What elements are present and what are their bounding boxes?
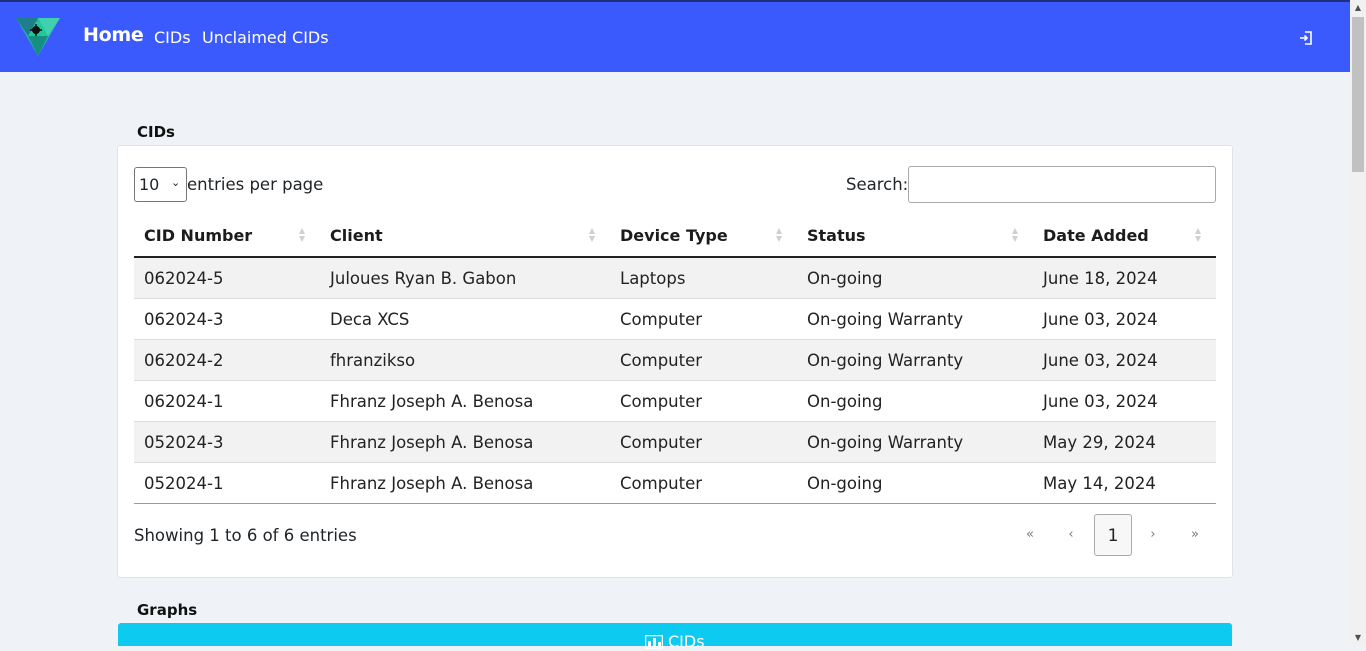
cell-date-added: May 29, 2024 (1043, 433, 1156, 452)
nav-home-link[interactable]: Home (83, 24, 144, 46)
chevron-down-icon: ⌄ (171, 176, 181, 189)
cell-cid-number: 052024-1 (144, 474, 224, 493)
cell-device-type: Computer (620, 392, 703, 411)
cell-cid-number: 062024-5 (144, 269, 224, 288)
logo-icon[interactable] (14, 14, 62, 58)
cell-status: On-going Warranty (807, 310, 964, 329)
sort-icon[interactable] (588, 227, 596, 243)
cell-client: Fhranz Joseph A. Benosa (330, 474, 534, 493)
cell-client: fhranzikso (330, 351, 416, 370)
top-navbar: Home CIDs Unclaimed CIDs (0, 0, 1350, 72)
cell-client: Juloues Ryan B. Gabon (330, 269, 517, 288)
cell-client: Fhranz Joseph A. Benosa (330, 433, 534, 452)
cell-status: On-going Warranty (807, 433, 964, 452)
cell-date-added: June 18, 2024 (1043, 269, 1158, 288)
scroll-up-arrow-icon[interactable]: ▲ (1350, 0, 1366, 16)
page-scrollbar[interactable]: ▲ ▼ (1350, 0, 1366, 646)
cell-device-type: Computer (620, 310, 703, 329)
cell-cid-number: 062024-3 (144, 310, 224, 329)
cell-status: On-going (807, 392, 883, 411)
graph-cids-header[interactable]: CIDs (118, 623, 1232, 651)
table-row[interactable]: 062024-1 Fhranz Joseph A. Benosa Compute… (134, 381, 1216, 422)
table-row[interactable]: 062024-2 fhranzikso Computer On-going Wa… (134, 340, 1216, 381)
chart-icon (645, 635, 663, 649)
sort-icon[interactable] (1011, 227, 1019, 243)
cell-device-type: Computer (620, 433, 703, 452)
cell-status: On-going (807, 269, 883, 288)
search-input[interactable] (908, 166, 1216, 203)
cell-client: Deca XCS (330, 310, 410, 329)
cell-date-added: June 03, 2024 (1043, 392, 1158, 411)
entries-per-page-select[interactable]: 10 ⌄ (134, 167, 187, 202)
entries-per-page-label: entries per page (187, 175, 324, 194)
cids-section-title: CIDs (137, 123, 175, 141)
scrollbar-thumb[interactable] (1352, 17, 1364, 172)
cell-status: On-going (807, 474, 883, 493)
cell-date-added: May 14, 2024 (1043, 474, 1156, 493)
cell-status: On-going Warranty (807, 351, 964, 370)
nav-unclaimed-cids-link[interactable]: Unclaimed CIDs (202, 28, 329, 47)
column-header-status[interactable]: Status (807, 226, 866, 245)
logout-icon[interactable] (1299, 31, 1313, 45)
cell-cid-number: 052024-3 (144, 433, 224, 452)
cell-cid-number: 062024-2 (144, 351, 224, 370)
scroll-down-arrow-icon[interactable]: ▼ (1350, 630, 1366, 646)
cell-device-type: Computer (620, 351, 703, 370)
cell-date-added: June 03, 2024 (1043, 310, 1158, 329)
graph-cids-label: CIDs (668, 632, 705, 651)
table-bottom-divider (134, 503, 1216, 504)
cell-cid-number: 062024-1 (144, 392, 224, 411)
cell-device-type: Laptops (620, 269, 686, 288)
pagination-next-button[interactable]: › (1134, 514, 1172, 556)
sort-icon[interactable] (1194, 227, 1202, 243)
table-info-text: Showing 1 to 6 of 6 entries (134, 526, 357, 545)
table-row[interactable]: 052024-1 Fhranz Joseph A. Benosa Compute… (134, 463, 1216, 504)
pagination-prev-button[interactable]: ‹ (1052, 514, 1090, 556)
cell-client: Fhranz Joseph A. Benosa (330, 392, 534, 411)
graphs-section-title: Graphs (137, 601, 198, 619)
table-row[interactable]: 062024-5 Juloues Ryan B. Gabon Laptops O… (134, 258, 1216, 299)
pagination-first-button[interactable]: « (1011, 514, 1049, 556)
pagination-last-button[interactable]: » (1176, 514, 1214, 556)
search-label: Search: (846, 175, 909, 194)
column-header-date-added[interactable]: Date Added (1043, 226, 1149, 245)
table-row[interactable]: 062024-3 Deca XCS Computer On-going Warr… (134, 299, 1216, 340)
column-header-client[interactable]: Client (330, 226, 383, 245)
sort-icon[interactable] (775, 227, 783, 243)
column-header-cid-number[interactable]: CID Number (144, 226, 252, 245)
cell-device-type: Computer (620, 474, 703, 493)
table-row[interactable]: 052024-3 Fhranz Joseph A. Benosa Compute… (134, 422, 1216, 463)
entries-per-page-value: 10 (139, 175, 160, 194)
nav-cids-link[interactable]: CIDs (154, 28, 191, 47)
pagination-page-1-button[interactable]: 1 (1094, 514, 1132, 556)
column-header-device-type[interactable]: Device Type (620, 226, 728, 245)
sort-icon[interactable] (298, 227, 306, 243)
cell-date-added: June 03, 2024 (1043, 351, 1158, 370)
